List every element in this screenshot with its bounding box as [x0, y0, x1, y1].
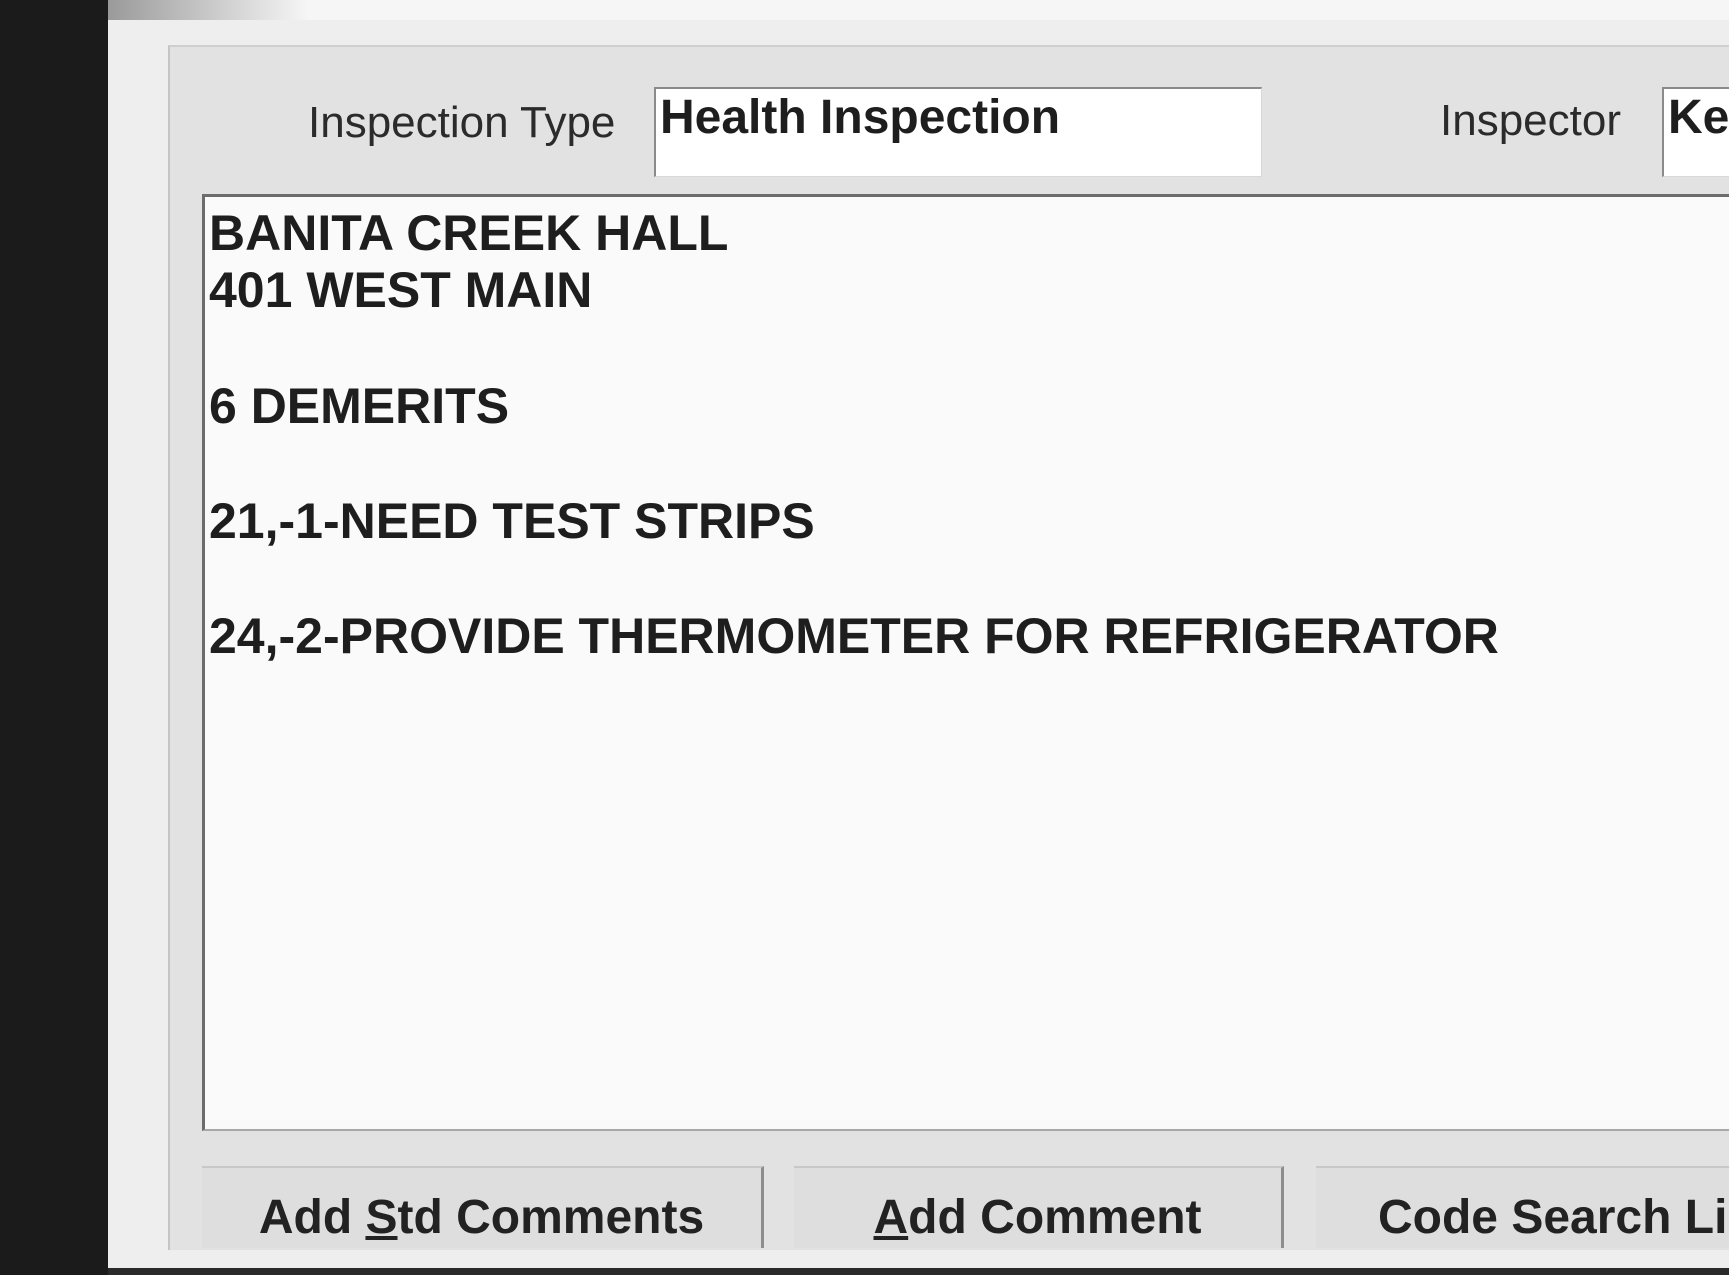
- inspector-label: Inspector: [1440, 96, 1621, 145]
- inspector-field[interactable]: Ke: [1662, 87, 1729, 177]
- add-std-comments-button[interactable]: Add Std Comments: [202, 1166, 764, 1248]
- add-comment-label-post: dd Comment: [908, 1191, 1202, 1244]
- inspection-type-label: Inspection Type: [308, 98, 616, 147]
- scan-bottom-edge: [108, 1268, 1729, 1275]
- comments-textarea[interactable]: BANITA CREEK HALL 401 WEST MAIN 6 DEMERI…: [202, 194, 1729, 1131]
- add-std-label-pre: Add: [258, 1191, 366, 1244]
- comment-line-demerits: 6 DEMERITS: [209, 378, 510, 434]
- add-std-hotkey: S: [365, 1191, 398, 1244]
- comment-line-violation-1: 21,-1-NEED TEST STRIPS: [209, 493, 815, 549]
- comment-line-facility: BANITA CREEK HALL: [209, 205, 729, 261]
- add-comment-button[interactable]: Add Comment: [794, 1166, 1284, 1248]
- scan-dark-edge: [0, 0, 108, 1275]
- comment-line-violation-2: 24,-2-PROVIDE THERMOMETER FOR REFRIGERAT…: [209, 608, 1499, 664]
- add-comment-hotkey: A: [873, 1191, 909, 1244]
- comment-line-address: 401 WEST MAIN: [209, 262, 593, 318]
- code-search-label: Code Search Li: [1378, 1191, 1728, 1244]
- add-std-label-post: td Comments: [397, 1191, 705, 1244]
- scanned-screen: Inspection Type Health Inspection Inspec…: [0, 0, 1729, 1275]
- code-search-button[interactable]: Code Search Li: [1316, 1166, 1729, 1248]
- inspection-type-field[interactable]: Health Inspection: [654, 87, 1262, 177]
